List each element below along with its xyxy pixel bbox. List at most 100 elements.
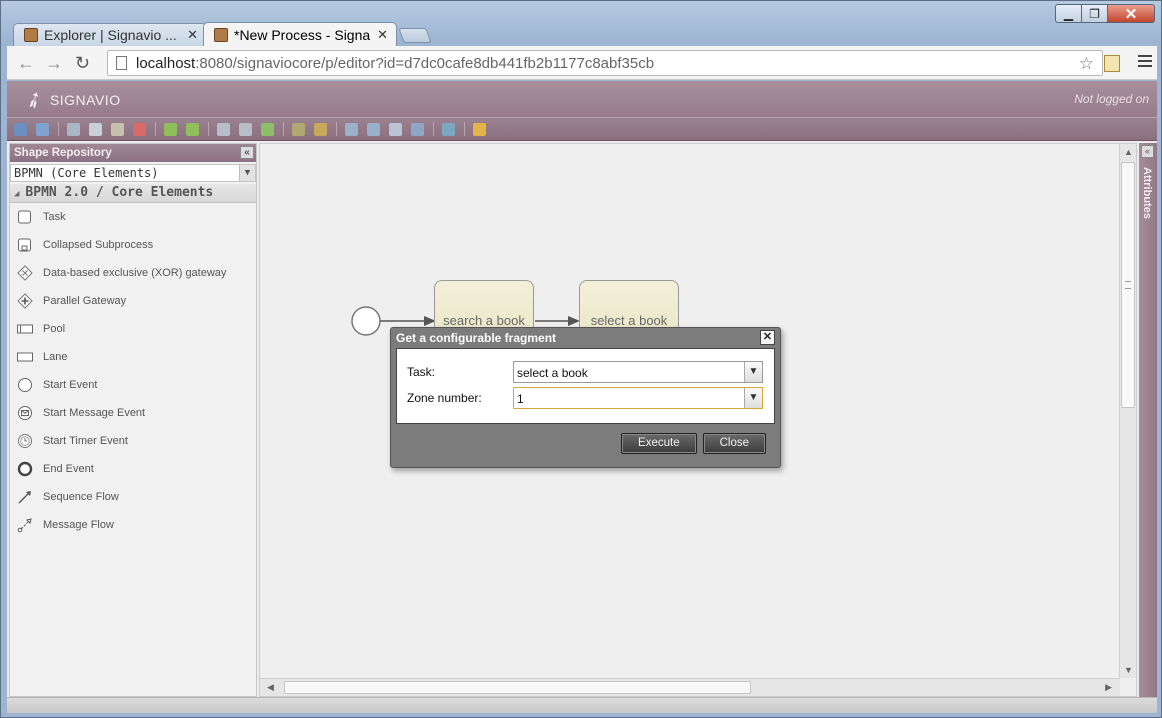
ungroup-icon[interactable] bbox=[314, 122, 327, 136]
bottom-bar bbox=[7, 697, 1157, 713]
logo-text: SIGNAVIO bbox=[49, 92, 121, 108]
task-select-value: select a book bbox=[517, 366, 588, 380]
shape-item-task[interactable]: Task bbox=[10, 203, 256, 231]
subprocess-icon bbox=[18, 238, 31, 252]
sequence-flow-icon bbox=[18, 491, 31, 504]
distribute-icon[interactable] bbox=[261, 122, 274, 136]
shape-item-lane[interactable]: Lane bbox=[10, 343, 256, 371]
signavio-favicon-icon bbox=[214, 27, 228, 42]
app-header: ➶ SIGNAVIO Not logged on bbox=[7, 81, 1157, 117]
stencil-set-select[interactable]: BPMN (Core Elements) ▼ bbox=[10, 164, 256, 182]
bookmark-star-icon[interactable]: ☆ bbox=[1079, 54, 1094, 74]
shape-group-header[interactable]: ◢ BPMN 2.0 / Core Elements bbox=[10, 184, 256, 203]
shape-item-start-message-event[interactable]: Start Message Event bbox=[10, 399, 256, 427]
reload-icon[interactable]: ↻ bbox=[75, 53, 90, 74]
close-icon[interactable]: ✕ bbox=[377, 27, 388, 43]
close-icon[interactable]: ✕ bbox=[187, 27, 198, 43]
forward-arrow-icon[interactable]: → bbox=[45, 53, 63, 74]
group-icon[interactable] bbox=[292, 122, 305, 136]
layout-icon[interactable] bbox=[442, 122, 455, 136]
close-button[interactable]: Close bbox=[702, 433, 766, 454]
tab-new-process[interactable]: *New Process - Signa ✕ bbox=[203, 22, 397, 46]
shape-label: End Event bbox=[43, 463, 94, 475]
window-caption-buttons: ▁ ❐ ✕ bbox=[1055, 4, 1155, 23]
scroll-left-icon[interactable]: ◀ bbox=[267, 682, 274, 693]
shape-item-collapsed-subprocess[interactable]: Collapsed Subprocess bbox=[10, 231, 256, 259]
menu-icon[interactable] bbox=[1138, 55, 1152, 69]
browser-toolbar: ← → ↻ localhost:8080/signaviocore/p/edit… bbox=[7, 46, 1157, 80]
toolbar-separator bbox=[283, 122, 284, 136]
horizontal-scroll-thumb[interactable] bbox=[284, 681, 751, 694]
zoom-fit-icon[interactable] bbox=[389, 122, 402, 136]
address-bar[interactable]: localhost:8080/signaviocore/p/editor?id=… bbox=[107, 50, 1103, 76]
shape-item-message-flow[interactable]: Message Flow bbox=[10, 511, 256, 539]
tab-title: Explorer | Signavio ... bbox=[44, 27, 177, 43]
back-arrow-icon[interactable]: ← bbox=[17, 53, 35, 74]
delete-icon[interactable] bbox=[133, 122, 146, 136]
save-as-icon[interactable] bbox=[36, 122, 49, 136]
zoom-out-icon[interactable] bbox=[367, 122, 380, 136]
signavio-favicon-icon bbox=[24, 28, 38, 42]
shape-label: Sequence Flow bbox=[43, 491, 119, 503]
copy-icon[interactable] bbox=[89, 122, 102, 136]
shape-item-pool[interactable]: Pool bbox=[10, 315, 256, 343]
collapse-left-icon[interactable]: « bbox=[240, 146, 254, 159]
redo-icon[interactable] bbox=[186, 122, 199, 136]
save-icon[interactable] bbox=[14, 122, 27, 136]
chevron-down-icon[interactable]: ▼ bbox=[239, 165, 255, 181]
dialog-close-icon[interactable]: ✕ bbox=[760, 330, 775, 345]
start-timer-event-icon bbox=[18, 434, 32, 448]
shape-item-xor-gateway[interactable]: Data-based exclusive (XOR) gateway bbox=[10, 259, 256, 287]
new-tab-button[interactable] bbox=[398, 28, 432, 43]
scroll-down-icon[interactable]: ▼ bbox=[1124, 665, 1133, 675]
shape-label: Collapsed Subprocess bbox=[43, 239, 154, 251]
shape-label: Parallel Gateway bbox=[43, 295, 127, 307]
attributes-label[interactable]: Attributes bbox=[1141, 167, 1153, 219]
validate-icon[interactable] bbox=[473, 122, 486, 136]
paste-icon[interactable] bbox=[111, 122, 124, 136]
align-vertical-icon[interactable] bbox=[217, 122, 230, 136]
shape-item-start-event[interactable]: Start Event bbox=[10, 371, 256, 399]
vertical-scroll-thumb[interactable] bbox=[1121, 162, 1135, 408]
window-close-button[interactable]: ✕ bbox=[1108, 4, 1155, 23]
vertical-scrollbar[interactable]: ▲ ▼ bbox=[1119, 144, 1136, 678]
shape-group-title: BPMN 2.0 / Core Elements bbox=[25, 185, 214, 200]
dialog-title: Get a configurable fragment bbox=[396, 331, 557, 345]
zoom-in-icon[interactable] bbox=[345, 122, 358, 136]
shape-item-start-timer-event[interactable]: Start Timer Event bbox=[10, 427, 256, 455]
browser-window: ▁ ❐ ✕ Explorer | Signavio ... ✕ *New Pro… bbox=[0, 0, 1162, 718]
attributes-panel: « Attributes bbox=[1139, 143, 1157, 697]
shape-list: Task Collapsed Subprocess Data-based exc… bbox=[10, 203, 256, 539]
task-field-label: Task: bbox=[407, 365, 436, 379]
chevron-down-icon[interactable]: ▼ bbox=[744, 362, 762, 382]
zone-number-select[interactable]: 1 ▼ bbox=[513, 387, 763, 409]
undo-icon[interactable] bbox=[164, 122, 177, 136]
shape-item-end-event[interactable]: End Event bbox=[10, 455, 256, 483]
scroll-right-icon[interactable]: ▶ bbox=[1105, 682, 1112, 693]
toolbar-separator bbox=[336, 122, 337, 136]
scroll-up-icon[interactable]: ▲ bbox=[1124, 147, 1133, 157]
zoom-standard-icon[interactable] bbox=[411, 122, 424, 136]
horizontal-scrollbar[interactable]: ◀ ▶ bbox=[260, 678, 1120, 696]
shape-label: Message Flow bbox=[43, 519, 114, 531]
shape-item-parallel-gateway[interactable]: Parallel Gateway bbox=[10, 287, 256, 315]
cut-icon[interactable] bbox=[67, 122, 80, 136]
login-status: Not logged on bbox=[1074, 92, 1149, 106]
extension-icon[interactable] bbox=[1104, 55, 1120, 72]
tab-title: *New Process - Signa bbox=[234, 26, 371, 43]
stencil-set-value: BPMN (Core Elements) bbox=[14, 166, 159, 180]
zone-field-label: Zone number: bbox=[407, 391, 482, 405]
start-event-shape[interactable] bbox=[351, 306, 381, 336]
toolbar-separator bbox=[58, 122, 59, 136]
chevron-down-icon[interactable]: ▼ bbox=[744, 388, 762, 408]
task-select[interactable]: select a book ▼ bbox=[513, 361, 763, 383]
shape-item-sequence-flow[interactable]: Sequence Flow bbox=[10, 483, 256, 511]
maximize-button[interactable]: ❐ bbox=[1082, 4, 1108, 23]
minimize-button[interactable]: ▁ bbox=[1055, 4, 1082, 23]
tab-explorer[interactable]: Explorer | Signavio ... ✕ bbox=[13, 23, 207, 46]
align-horizontal-icon[interactable] bbox=[239, 122, 252, 136]
toolbar-separator bbox=[155, 122, 156, 136]
execute-button[interactable]: Execute bbox=[621, 433, 697, 454]
expand-right-icon[interactable]: « bbox=[1141, 145, 1154, 158]
shape-label: Start Message Event bbox=[43, 407, 146, 419]
